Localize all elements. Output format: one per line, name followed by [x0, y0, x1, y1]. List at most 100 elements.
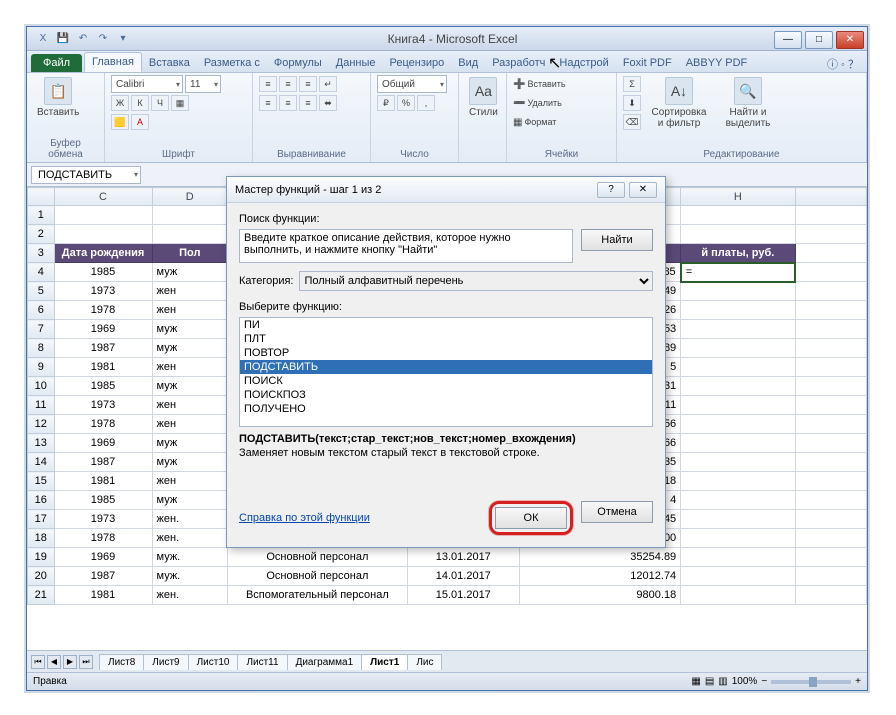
clear-button[interactable]: ⌫	[623, 114, 641, 130]
cell[interactable]: жен	[152, 415, 228, 434]
cell[interactable]: 1978	[54, 301, 152, 320]
col-header[interactable]: H	[681, 188, 795, 206]
cell[interactable]: Основной персонал	[228, 548, 408, 567]
function-list-item[interactable]: ПОЛУЧЕНО	[240, 402, 652, 416]
cell[interactable]: 1985	[54, 263, 152, 282]
cell[interactable]: 14.01.2017	[407, 567, 519, 586]
row-header[interactable]: 6	[28, 301, 55, 320]
cell[interactable]: 1985	[54, 491, 152, 510]
cell[interactable]: 12012.74	[519, 567, 680, 586]
cell[interactable]: 1981	[54, 358, 152, 377]
undo-icon[interactable]: ↶	[75, 31, 91, 47]
name-box[interactable]: ПОДСТАВИТЬ	[31, 166, 141, 184]
sheet-nav-first[interactable]: ⏮	[31, 655, 45, 669]
cell[interactable]: жен	[152, 301, 228, 320]
sheet-tab[interactable]: Лис	[407, 654, 442, 670]
cell[interactable]: 1969	[54, 434, 152, 453]
tab-view[interactable]: Вид	[451, 54, 485, 72]
cell[interactable]	[681, 548, 795, 567]
function-list-item[interactable]: ПИ	[240, 318, 652, 332]
tab-insert[interactable]: Вставка	[142, 54, 197, 72]
cell[interactable]	[152, 206, 228, 225]
cell[interactable]: 1985	[54, 377, 152, 396]
cell[interactable]: 1987	[54, 339, 152, 358]
cell[interactable]	[681, 472, 795, 491]
row-header[interactable]: 21	[28, 586, 55, 605]
cell[interactable]: жен	[152, 396, 228, 415]
cell[interactable]	[681, 567, 795, 586]
cell[interactable]	[681, 510, 795, 529]
view-normal-icon[interactable]: ▦	[691, 676, 700, 687]
function-list-item[interactable]: ПОИСКПОЗ	[240, 388, 652, 402]
row-header[interactable]: 20	[28, 567, 55, 586]
cell[interactable]	[681, 282, 795, 301]
row-header[interactable]: 14	[28, 453, 55, 472]
col-header[interactable]: D	[152, 188, 228, 206]
row-header[interactable]: 8	[28, 339, 55, 358]
cell[interactable]: муж	[152, 377, 228, 396]
cell[interactable]	[681, 453, 795, 472]
cell[interactable]	[681, 415, 795, 434]
row-header[interactable]: 2	[28, 225, 55, 244]
font-size-combo[interactable]: 11	[185, 75, 221, 93]
close-button[interactable]: ✕	[836, 31, 864, 49]
cell[interactable]	[54, 225, 152, 244]
cell[interactable]: 9800.18	[519, 586, 680, 605]
function-list-item[interactable]: ПОДСТАВИТЬ	[240, 360, 652, 374]
col-header[interactable]: C	[54, 188, 152, 206]
file-tab[interactable]: Файл	[31, 54, 82, 72]
ribbon-help-icon[interactable]: ⓘ ◦ ？	[827, 56, 867, 72]
zoom-level[interactable]: 100%	[732, 676, 758, 687]
comma-button[interactable]: ,	[417, 95, 435, 111]
cell[interactable]: жен	[152, 472, 228, 491]
cell[interactable]	[681, 320, 795, 339]
sheet-nav-next[interactable]: ▶	[63, 655, 77, 669]
function-list-item[interactable]: ПЛТ	[240, 332, 652, 346]
help-link[interactable]: Справка по этой функции	[239, 512, 370, 524]
cell[interactable]: 1973	[54, 282, 152, 301]
view-break-icon[interactable]: ▥	[718, 676, 727, 687]
fill-color-button[interactable]: 🟨	[111, 114, 129, 130]
cell[interactable]: 1981	[54, 586, 152, 605]
col-header[interactable]	[795, 188, 867, 206]
cell[interactable]: муж	[152, 339, 228, 358]
sheet-tab[interactable]: Лист9	[143, 654, 188, 670]
function-list-item[interactable]: ПОИСК	[240, 374, 652, 388]
cell[interactable]: жен	[152, 358, 228, 377]
tab-addins[interactable]: Надстрой	[552, 54, 615, 72]
cell[interactable]	[681, 206, 795, 225]
cell[interactable]: жен.	[152, 529, 228, 548]
cell[interactable]: жен	[152, 282, 228, 301]
paste-button[interactable]: 📋Вставить	[33, 75, 83, 120]
cell[interactable]: 1987	[54, 453, 152, 472]
merge-button[interactable]: ⬌	[319, 95, 337, 111]
row-header[interactable]: 1	[28, 206, 55, 225]
zoom-out-button[interactable]: −	[761, 676, 767, 687]
cell[interactable]	[681, 396, 795, 415]
percent-button[interactable]: %	[397, 95, 415, 111]
autosum-button[interactable]: Σ	[623, 76, 641, 92]
cell[interactable]: 1981	[54, 472, 152, 491]
row-header[interactable]: 16	[28, 491, 55, 510]
cell[interactable]: 1973	[54, 510, 152, 529]
row-header[interactable]: 11	[28, 396, 55, 415]
zoom-in-button[interactable]: +	[855, 676, 861, 687]
row-header[interactable]: 18	[28, 529, 55, 548]
row-header[interactable]: 17	[28, 510, 55, 529]
sheet-nav-prev[interactable]: ◀	[47, 655, 61, 669]
cell[interactable]: Вспомогательный персонал	[228, 586, 408, 605]
insert-cells-button[interactable]: ➕ Вставить	[513, 75, 566, 93]
cell[interactable]: 35254.89	[519, 548, 680, 567]
row-header[interactable]: 10	[28, 377, 55, 396]
cell[interactable]	[681, 225, 795, 244]
cell[interactable]: 1969	[54, 548, 152, 567]
row-header[interactable]: 4	[28, 263, 55, 282]
cell[interactable]	[681, 491, 795, 510]
find-select-button[interactable]: 🔍Найти и выделить	[717, 75, 779, 131]
cell[interactable]: =	[681, 263, 795, 282]
sheet-tab[interactable]: Лист1	[361, 654, 408, 670]
view-layout-icon[interactable]: ▤	[705, 676, 714, 687]
cell[interactable]	[681, 377, 795, 396]
cell[interactable]: муж	[152, 434, 228, 453]
function-list[interactable]: ПИПЛТПОВТОРПОДСТАВИТЬПОИСКПОИСКПОЗПОЛУЧЕ…	[239, 317, 653, 427]
